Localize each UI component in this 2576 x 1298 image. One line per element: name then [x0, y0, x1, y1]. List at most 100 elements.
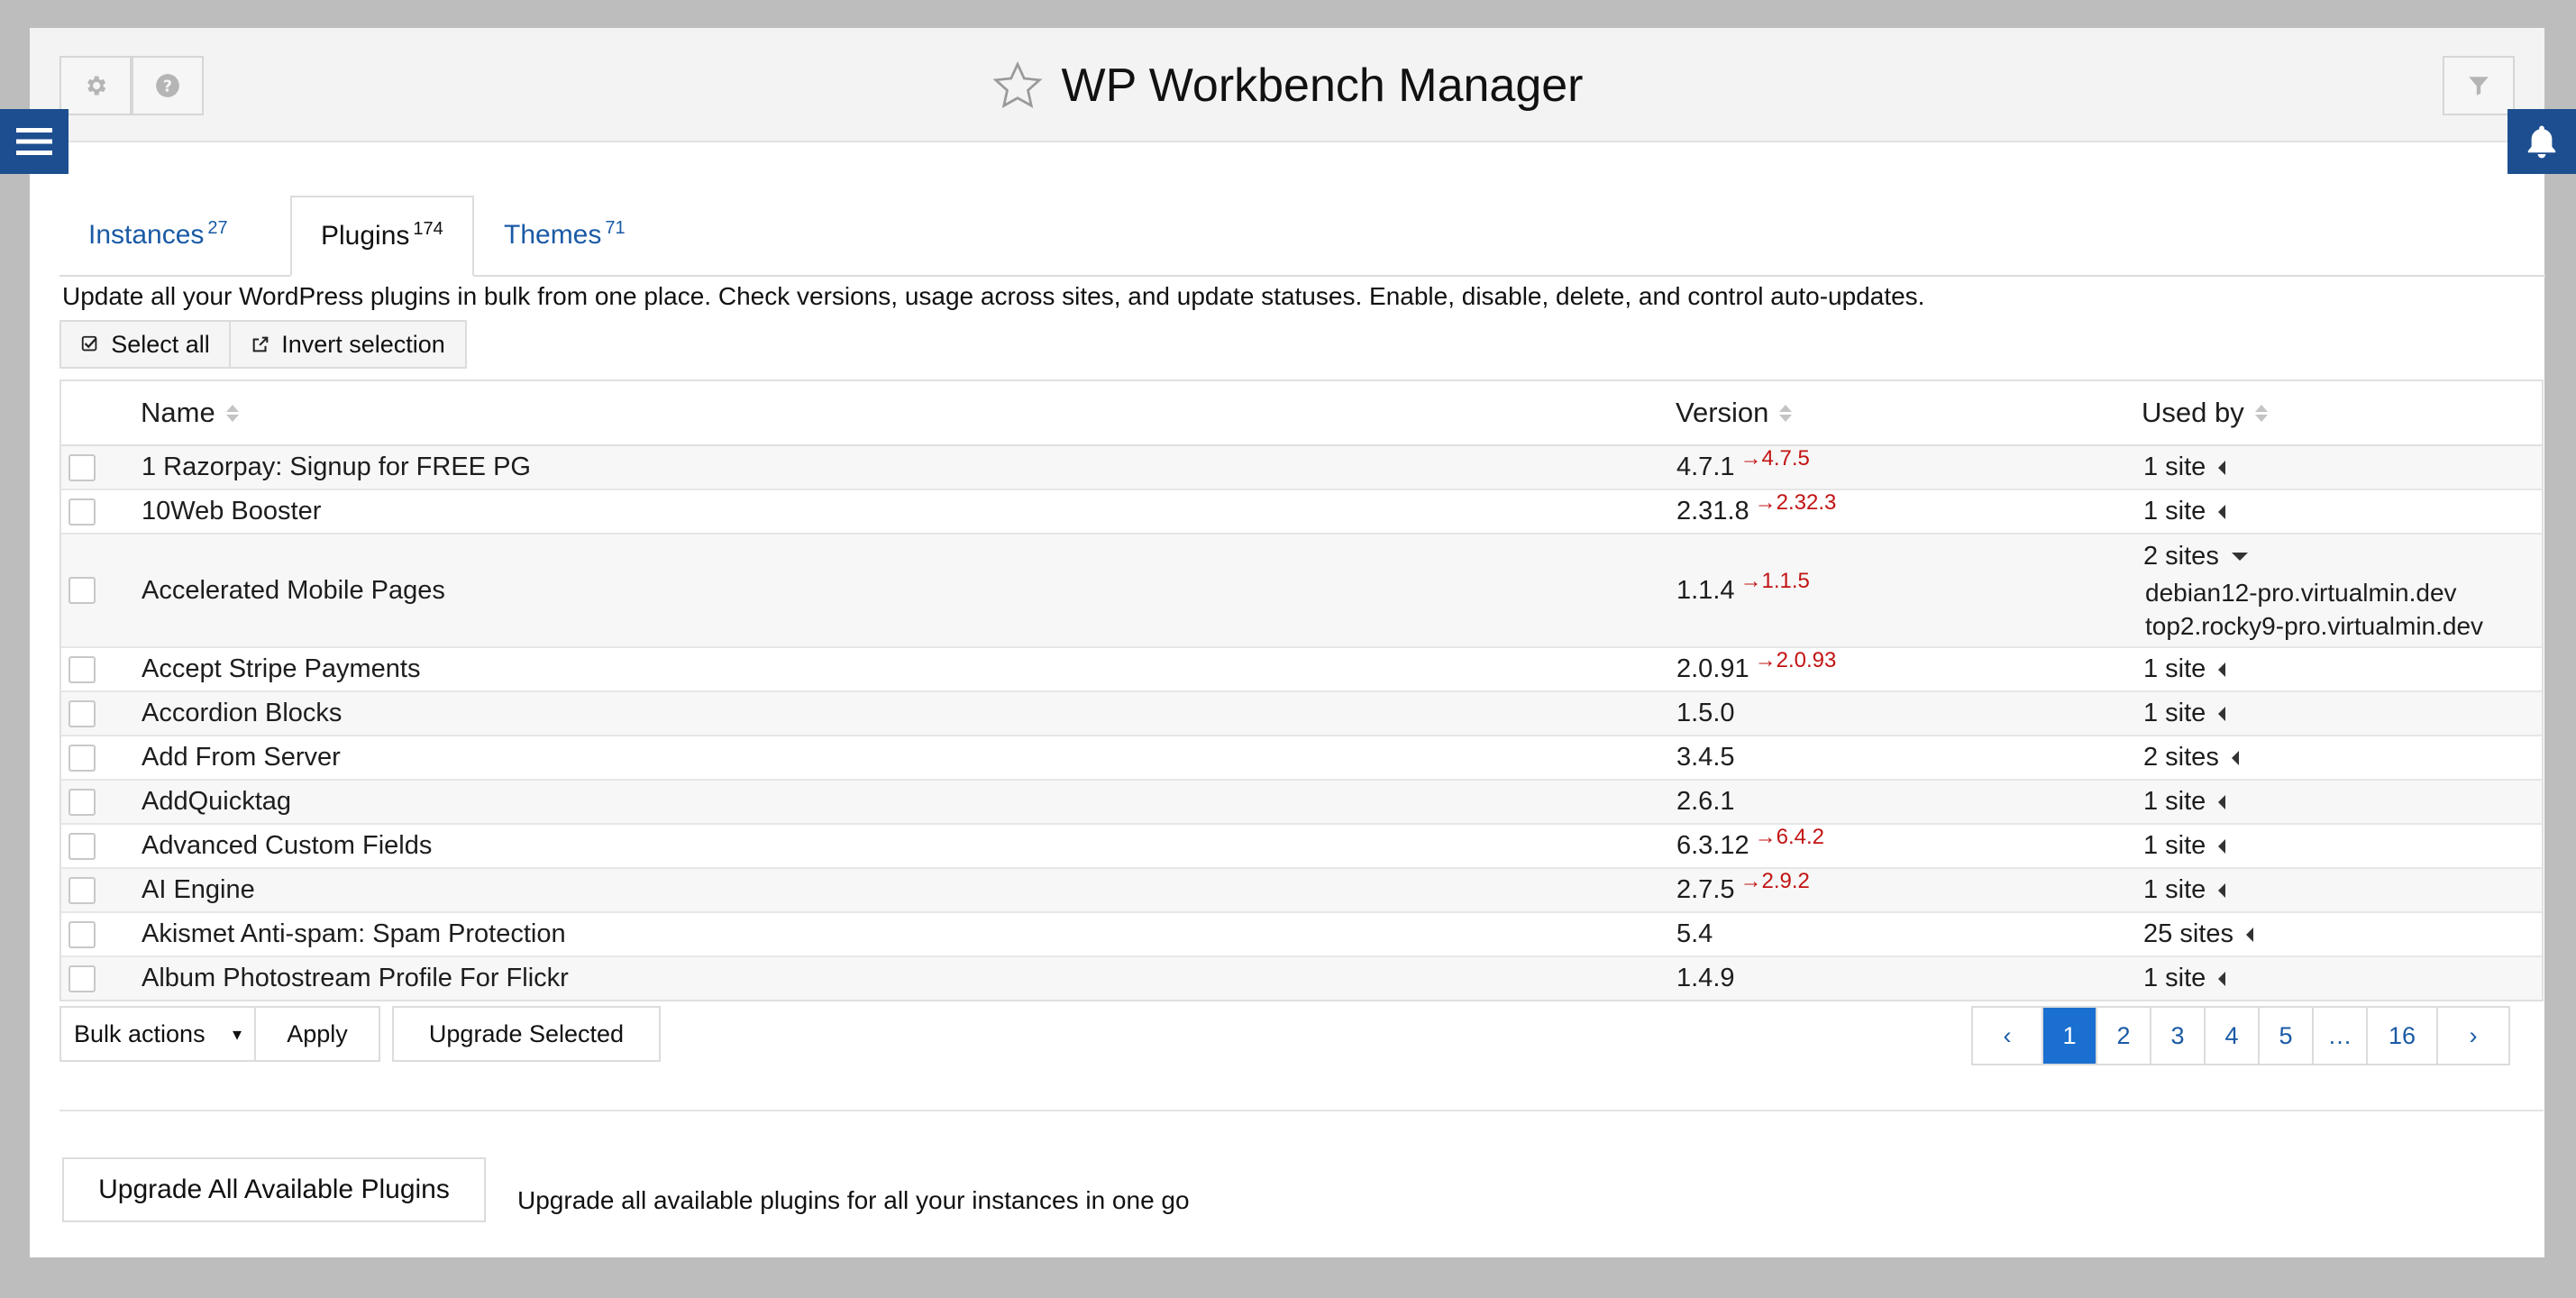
used-by-toggle[interactable]: 2 sites — [2143, 736, 2239, 779]
column-header-name[interactable]: Name — [141, 381, 239, 444]
row-checkbox[interactable] — [69, 699, 96, 727]
plugin-version: 3.4.5 — [1676, 743, 1735, 772]
invert-selection-label: Invert selection — [281, 330, 445, 358]
used-by-count: 1 site — [2143, 875, 2206, 904]
plugin-version: 2.31.8 — [1676, 497, 1749, 526]
sort-icon — [2254, 404, 2268, 422]
plugin-version-cell: 4.7.1 →4.7.5 — [1676, 446, 1810, 489]
update-version: →6.4.2 — [1754, 824, 1825, 849]
page-ellipsis: … — [2314, 1008, 2368, 1064]
tab-instances[interactable]: Instances 27 — [59, 196, 257, 275]
upgrade-selected-button[interactable]: Upgrade Selected — [392, 1006, 661, 1062]
star-icon[interactable] — [991, 59, 1045, 113]
notifications-button[interactable] — [2507, 109, 2576, 174]
plugin-version: 2.6.1 — [1676, 787, 1735, 816]
select-all-button[interactable]: Select all — [59, 320, 231, 369]
update-version: →4.7.5 — [1740, 445, 1810, 471]
row-checkbox[interactable] — [69, 788, 96, 816]
row-checkbox[interactable] — [69, 832, 96, 860]
page-button-1[interactable]: 1 — [2043, 1008, 2097, 1064]
upgrade-all-button[interactable]: Upgrade All Available Plugins — [62, 1157, 486, 1222]
row-checkbox[interactable] — [69, 453, 96, 481]
caret-left-icon — [2218, 460, 2226, 475]
upgrade-all-description: Upgrade all available plugins for all yo… — [517, 1186, 1190, 1214]
used-by-toggle[interactable]: 1 site — [2143, 648, 2226, 690]
row-checkbox[interactable] — [69, 655, 96, 683]
hamburger-icon — [16, 128, 52, 155]
used-by-toggle[interactable]: 1 site — [2143, 825, 2226, 867]
used-by-toggle[interactable]: 1 site — [2143, 490, 2226, 533]
tab-plugins-label: Plugins — [321, 221, 410, 251]
used-by-toggle[interactable]: 1 site — [2143, 692, 2226, 735]
tab-plugins[interactable]: Plugins 174 — [290, 196, 474, 277]
sites-list: debian12-pro.virtualmin.dev top2.rocky9-… — [2145, 576, 2483, 643]
caret-left-icon — [2218, 706, 2226, 721]
table-row: Album Photostream Profile For Flickr 1.4… — [61, 957, 2542, 1000]
used-by-count: 1 site — [2143, 699, 2206, 727]
bulk-actions-select[interactable]: Bulk actions ▾ — [59, 1006, 256, 1062]
caret-left-icon — [2218, 794, 2226, 809]
tab-instances-label: Instances — [88, 220, 205, 250]
row-checkbox[interactable] — [69, 577, 96, 604]
share-square-icon — [252, 336, 269, 352]
row-checkbox[interactable] — [69, 498, 96, 526]
plugin-version-cell: 2.6.1 — [1676, 781, 1740, 823]
plugin-name: Add From Server — [142, 743, 341, 772]
tab-themes-count: 71 — [605, 217, 626, 238]
caret-left-icon — [2218, 882, 2226, 898]
used-by-toggle[interactable]: 1 site — [2143, 781, 2226, 823]
menu-toggle-button[interactable] — [0, 109, 69, 174]
row-checkbox[interactable] — [69, 876, 96, 904]
plugin-name: 1 Razorpay: Signup for FREE PG — [142, 452, 531, 481]
plugin-name: Accept Stripe Payments — [142, 654, 421, 683]
caret-down-icon — [2231, 552, 2248, 561]
plugin-name: Advanced Custom Fields — [142, 831, 433, 860]
row-checkbox[interactable] — [69, 920, 96, 948]
tab-instances-count: 27 — [207, 217, 228, 238]
used-by-toggle[interactable]: 1 site — [2143, 446, 2226, 489]
plugin-version-cell: 6.3.12 →6.4.2 — [1676, 825, 1824, 867]
row-checkbox[interactable] — [69, 744, 96, 772]
plugin-name: Akismet Anti-spam: Spam Protection — [142, 919, 566, 948]
table-row: Accordion Blocks 1.5.0 1 site — [61, 692, 2542, 736]
sort-icon — [1779, 404, 1793, 422]
check-square-icon — [82, 335, 97, 352]
page-button-2[interactable]: 2 — [2097, 1008, 2151, 1064]
used-by-toggle[interactable]: 1 site — [2143, 869, 2226, 911]
table-row: Accept Stripe Payments 2.0.91 →2.0.93 1 … — [61, 648, 2542, 692]
plugin-version-cell: 2.0.91 →2.0.93 — [1676, 648, 1836, 690]
used-by-toggle[interactable]: 2 sites — [2143, 536, 2248, 576]
plugin-version-cell: 2.31.8 →2.32.3 — [1676, 490, 1836, 533]
page-title: WP Workbench Manager — [1061, 59, 1584, 112]
table-row: 10Web Booster 2.31.8 →2.32.3 1 site — [61, 490, 2542, 535]
page-button-5[interactable]: 5 — [2260, 1008, 2314, 1064]
tab-themes[interactable]: Themes 71 — [475, 196, 654, 275]
page-button-4[interactable]: 4 — [2206, 1008, 2260, 1064]
invert-selection-button[interactable]: Invert selection — [229, 320, 467, 369]
plugin-version: 1.1.4 — [1676, 575, 1735, 605]
site-item: top2.rocky9-pro.virtualmin.dev — [2145, 612, 2484, 640]
plugin-version-cell: 3.4.5 — [1676, 736, 1740, 779]
caret-left-icon — [2231, 750, 2239, 765]
plugin-version-cell: 5.4 — [1676, 913, 1718, 955]
used-by-toggle[interactable]: 1 site — [2143, 957, 2226, 1000]
page-button-3[interactable]: 3 — [2151, 1008, 2206, 1064]
plugin-version-cell: 1.4.9 — [1676, 957, 1740, 1000]
apply-button[interactable]: Apply — [254, 1006, 380, 1062]
used-by-count: 2 sites — [2143, 743, 2219, 772]
plugin-version: 2.0.91 — [1676, 654, 1749, 683]
row-checkbox[interactable] — [69, 964, 96, 992]
column-header-used-by[interactable]: Used by — [2142, 381, 2268, 444]
page-button-16[interactable]: 16 — [2368, 1008, 2438, 1064]
table-header: Name Version Used by — [61, 381, 2542, 446]
column-header-version[interactable]: Version — [1676, 381, 1793, 444]
plugin-name: Album Photostream Profile For Flickr — [142, 964, 569, 992]
next-page-button[interactable]: › — [2438, 1008, 2508, 1064]
used-by-toggle[interactable]: 25 sites — [2143, 913, 2253, 955]
plugin-version: 4.7.1 — [1676, 452, 1735, 481]
prev-page-button[interactable]: ‹ — [1973, 1008, 2043, 1064]
plugin-name: Accordion Blocks — [142, 699, 343, 727]
filter-button[interactable] — [2443, 56, 2515, 115]
tab-bar: Instances 27 Plugins 174 Themes 71 — [59, 167, 2545, 277]
plugin-name: AddQuicktag — [142, 787, 292, 816]
